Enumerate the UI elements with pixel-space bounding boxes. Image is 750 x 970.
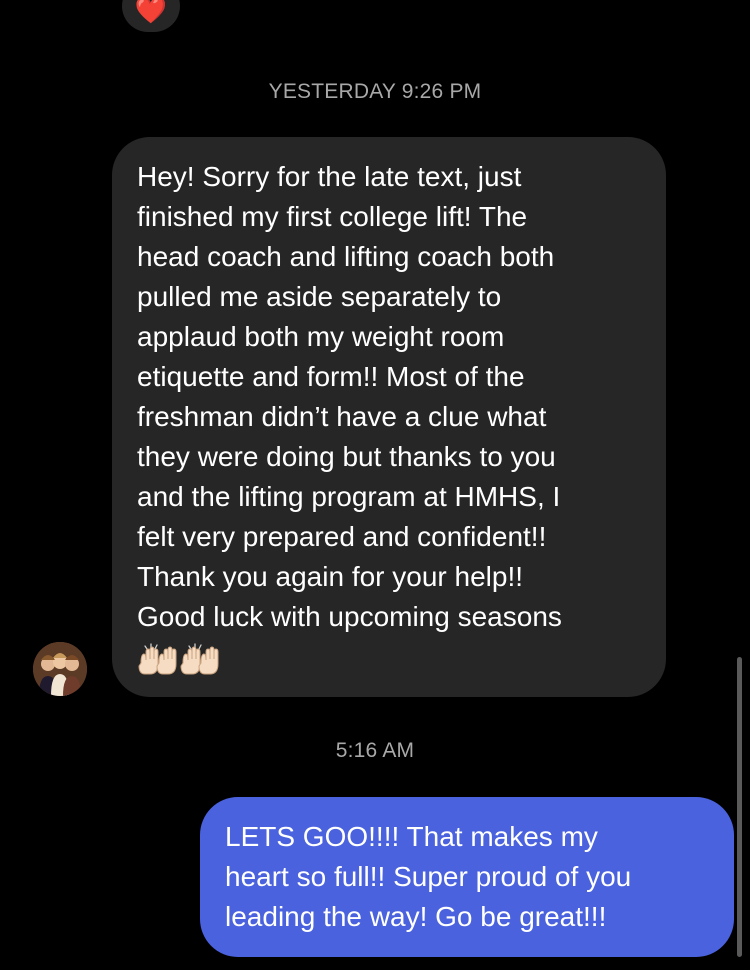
- avatar[interactable]: [33, 642, 87, 696]
- raising-hands-icon: [138, 643, 219, 675]
- reaction-bubble[interactable]: ❤️: [122, 0, 180, 32]
- outgoing-message-text: LETS GOO!!!! That makes my heart so full…: [225, 821, 632, 932]
- incoming-message-bubble[interactable]: Hey! Sorry for the late text, just finis…: [112, 137, 666, 697]
- incoming-message-text: Hey! Sorry for the late text, just finis…: [137, 161, 562, 632]
- profile-photo-icon: [33, 642, 87, 696]
- heart-reaction-icon: ❤️: [134, 0, 168, 26]
- raising-hands-emoji-row: [137, 639, 644, 683]
- timestamp-yesterday: YESTERDAY 9:26 PM: [268, 80, 482, 103]
- timestamp-today: 5:16 AM: [335, 739, 415, 762]
- scrollbar[interactable]: [737, 657, 742, 957]
- outgoing-message-bubble[interactable]: LETS GOO!!!! That makes my heart so full…: [200, 797, 734, 957]
